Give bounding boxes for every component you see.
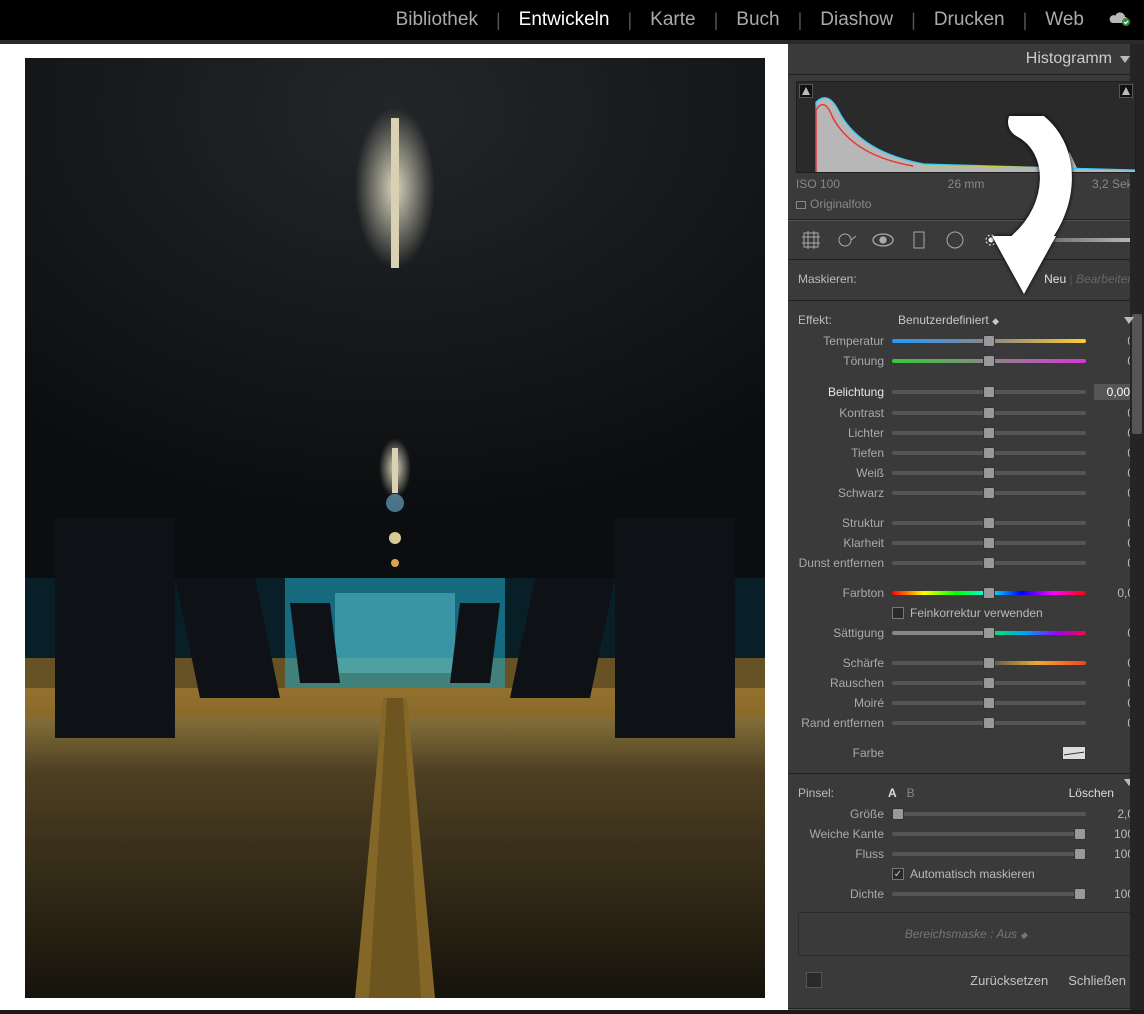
histogram-title: Histogramm [1026, 50, 1112, 68]
slider-brush-density[interactable]: Dichte100 [798, 884, 1134, 904]
reset-button[interactable]: Zurücksetzen [970, 973, 1048, 988]
spot-removal-icon[interactable] [834, 227, 860, 253]
slider-texture[interactable]: Struktur0 [798, 513, 1134, 533]
slider-saturation[interactable]: Sättigung0 [798, 623, 1134, 643]
collapse-icon[interactable] [1124, 317, 1134, 324]
tool-amount-slider[interactable] [1020, 238, 1134, 242]
mask-edit-button[interactable]: Bearbeiten [1076, 272, 1134, 286]
local-tools-strip [788, 220, 1144, 260]
histogram-iso: ISO 100 [796, 177, 840, 191]
tab-print[interactable]: Drucken [930, 9, 1009, 31]
module-tabs: Bibliothek| Entwickeln| Karte| Buch| Dia… [0, 0, 1144, 40]
slider-moire[interactable]: Moiré0 [798, 693, 1134, 713]
close-button[interactable]: Schließen [1068, 973, 1126, 988]
tab-develop[interactable]: Entwickeln [515, 9, 614, 31]
image-canvas[interactable] [0, 40, 788, 1010]
slider-whites[interactable]: Weiß0 [798, 463, 1134, 483]
slider-brush-feather[interactable]: Weiche Kante100 [798, 824, 1134, 844]
mask-new-button[interactable]: Neu [1044, 272, 1066, 286]
photo-preview [25, 58, 765, 998]
brush-a-button[interactable]: A [888, 786, 897, 800]
auto-mask-checkbox[interactable]: ✓Automatisch maskieren [798, 864, 1134, 884]
slider-sharpness[interactable]: Schärfe0 [798, 653, 1134, 673]
cloud-sync-icon[interactable] [1108, 10, 1130, 31]
highlight-clipping-icon[interactable] [1119, 84, 1133, 98]
slider-blacks[interactable]: Schwarz0 [798, 483, 1134, 503]
color-swatch-row[interactable]: Farbe [798, 743, 1134, 763]
sidebar-scrollbar[interactable] [1130, 44, 1144, 1010]
collapse-icon [1120, 56, 1130, 63]
graduated-filter-icon[interactable] [906, 227, 932, 253]
mask-label: Maskieren: [798, 272, 857, 286]
slider-contrast[interactable]: Kontrast0 [798, 403, 1134, 423]
shadow-clipping-icon[interactable] [799, 84, 813, 98]
effect-preset-dropdown[interactable]: Benutzerdefiniert ◆ [898, 313, 999, 327]
redeye-tool-icon[interactable] [870, 227, 896, 253]
range-mask-dropdown[interactable]: Bereichsmaske : Aus ◆ [798, 912, 1134, 956]
original-photo-label: Originalfoto [796, 197, 1136, 211]
slider-clarity[interactable]: Klarheit0 [798, 533, 1134, 553]
tab-book[interactable]: Buch [732, 9, 783, 31]
tab-library[interactable]: Bibliothek [392, 9, 482, 31]
slider-brush-flow[interactable]: Fluss100 [798, 844, 1134, 864]
slider-exposure[interactable]: Belichtung0,00 [798, 381, 1134, 403]
slider-temperature[interactable]: Temperatur0 [798, 331, 1134, 351]
slider-noise[interactable]: Rauschen0 [798, 673, 1134, 693]
effect-label: Effekt: [798, 313, 832, 327]
develop-sidebar: Histogramm ISO 100 26 mm 3,2 Sek. Origin… [788, 40, 1144, 1010]
histogram-display[interactable] [796, 81, 1136, 173]
histogram-focal: 26 mm [948, 177, 985, 191]
slider-hue[interactable]: Farbton0,0 [798, 583, 1134, 603]
tab-map[interactable]: Karte [646, 9, 699, 31]
before-after-toggle[interactable] [806, 972, 822, 988]
frame-icon [796, 201, 806, 209]
slider-shadows[interactable]: Tiefen0 [798, 443, 1134, 463]
slider-tint[interactable]: Tönung0 [798, 351, 1134, 371]
radial-filter-icon[interactable] [942, 227, 968, 253]
brush-b-button[interactable]: B [907, 786, 915, 800]
slider-highlights[interactable]: Lichter0 [798, 423, 1134, 443]
slider-defringe[interactable]: Rand entfernen0 [798, 713, 1134, 733]
slider-dehaze[interactable]: Dunst entfernen0 [798, 553, 1134, 573]
brush-panel-label: Pinsel: [798, 786, 834, 800]
adjustment-brush-icon[interactable] [978, 227, 1004, 253]
crop-tool-icon[interactable] [798, 227, 824, 253]
tab-slideshow[interactable]: Diashow [816, 9, 897, 31]
tab-web[interactable]: Web [1041, 9, 1088, 31]
basic-panel-header[interactable]: Grundeinstellungen [788, 1009, 1144, 1010]
slider-brush-size[interactable]: Größe2,0 [798, 804, 1134, 824]
color-swatch[interactable] [1062, 746, 1086, 760]
brush-erase-button[interactable]: Löschen [1069, 786, 1114, 800]
fine-adjustment-checkbox[interactable]: Feinkorrektur verwenden [798, 603, 1134, 623]
histogram-panel-header[interactable]: Histogramm [788, 44, 1144, 75]
